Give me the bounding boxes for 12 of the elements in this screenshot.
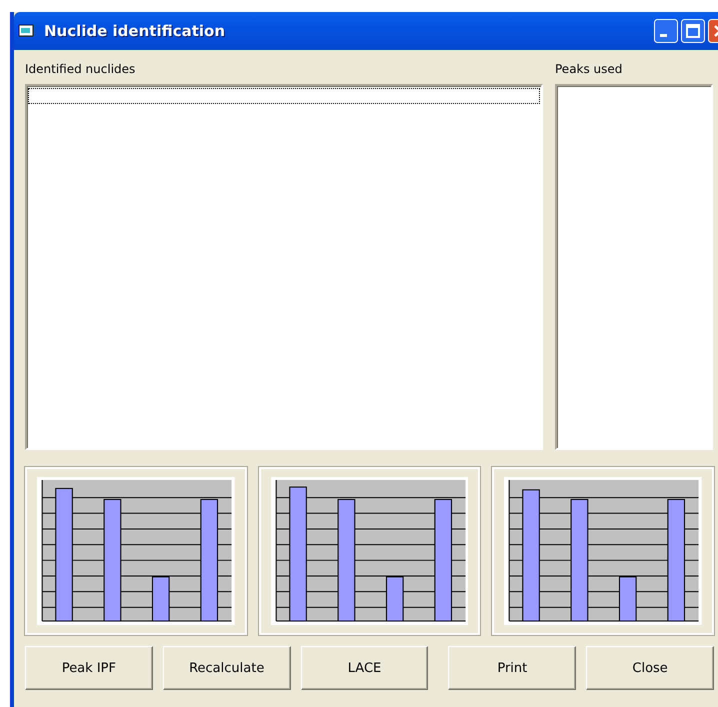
list-label: Identified nuclides: [25, 61, 136, 78]
peaks-used-list[interactable]: [555, 84, 713, 450]
dialog-button[interactable]: LACE: [300, 646, 428, 690]
maximize-icon[interactable]: [681, 19, 705, 43]
dialog-button[interactable]: Print: [448, 646, 576, 690]
dialog-button[interactable]: Close: [586, 646, 714, 690]
window-icon: [18, 24, 36, 38]
window-title: Nuclide identification: [44, 22, 226, 40]
dialog-button[interactable]: Peak IPF: [25, 646, 153, 690]
dialog-button[interactable]: Recalculate: [162, 646, 291, 690]
list-label: Peaks used: [555, 61, 624, 78]
minimize-icon[interactable]: [654, 19, 678, 43]
